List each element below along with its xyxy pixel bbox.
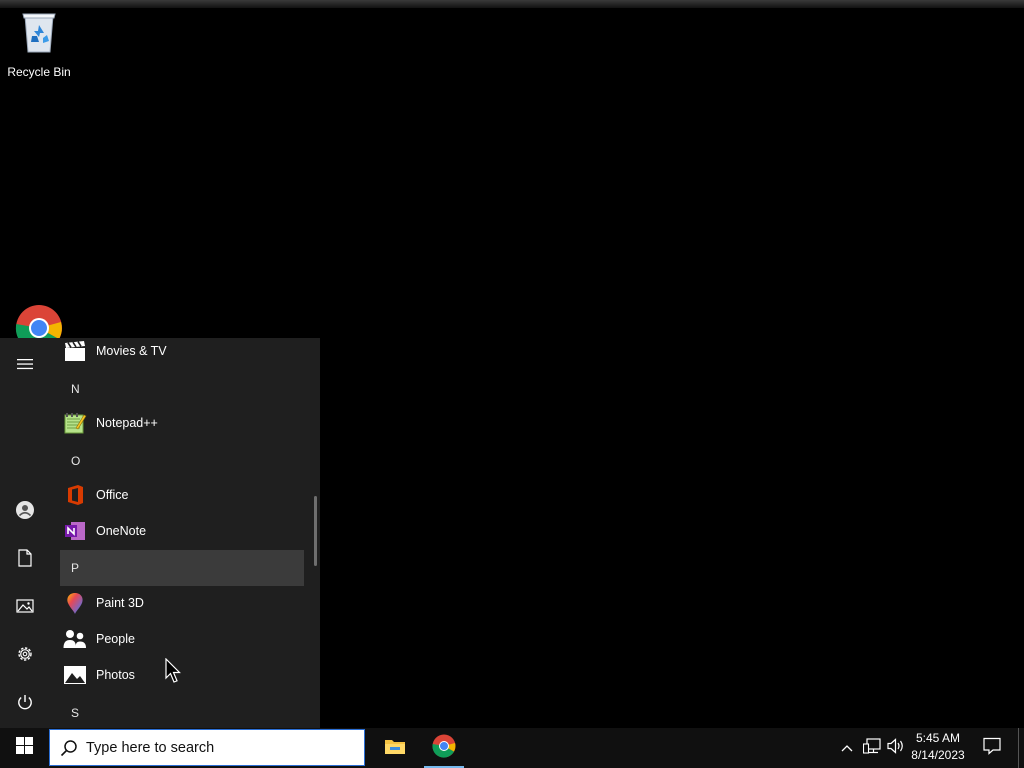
network-icon — [862, 737, 881, 759]
paint-3d-icon — [63, 591, 87, 615]
movies-tv-icon — [63, 339, 87, 363]
app-list: Movies & TV N Notepad++ O Office OneNote… — [60, 338, 306, 728]
notepad-plus-plus-icon — [63, 411, 87, 435]
show-desktop-button[interactable] — [1018, 728, 1024, 768]
pictures-button[interactable] — [0, 586, 50, 630]
settings-gear-icon — [16, 645, 34, 668]
group-letter: N — [71, 382, 80, 396]
app-item-onenote[interactable]: OneNote — [60, 513, 304, 549]
group-letter: S — [71, 706, 80, 720]
app-item-photos[interactable]: Photos — [60, 657, 304, 693]
documents-icon — [18, 548, 32, 572]
clock-date: 8/14/2023 — [911, 748, 965, 762]
group-header-p[interactable]: P — [60, 550, 304, 586]
hamburger-menu-icon — [17, 357, 33, 375]
onenote-icon — [63, 519, 87, 543]
app-item-label: Office — [96, 488, 129, 502]
app-item-notepad-plus-plus[interactable]: Notepad++ — [60, 405, 304, 441]
documents-button[interactable] — [0, 538, 50, 582]
taskbar: Type here to search 5:45 AM 8/14/2023 — [0, 728, 1024, 768]
volume-icon — [887, 737, 905, 759]
action-center-button[interactable] — [978, 728, 1006, 768]
power-icon — [16, 693, 34, 716]
user-account-icon — [15, 500, 35, 525]
app-item-label: People — [96, 632, 135, 646]
windows-logo-icon — [15, 737, 33, 759]
chrome-icon — [432, 734, 456, 763]
people-icon — [63, 627, 87, 651]
group-header-s[interactable]: S — [60, 695, 304, 728]
app-item-label: Notepad++ — [96, 416, 158, 430]
search-icon — [60, 739, 78, 757]
app-item-office[interactable]: Office — [60, 477, 304, 513]
app-list-scrollbar[interactable] — [314, 496, 317, 566]
group-letter: P — [71, 561, 80, 575]
file-explorer-icon — [384, 737, 406, 760]
settings-button[interactable] — [0, 634, 50, 678]
power-button[interactable] — [0, 682, 50, 726]
app-item-label: Movies & TV — [96, 344, 167, 358]
desktop-icon-chrome[interactable] — [15, 304, 63, 338]
volume-button[interactable] — [884, 728, 908, 768]
start-menu-rail — [0, 338, 50, 728]
clock-time: 5:45 AM — [915, 731, 961, 745]
expand-menu-button[interactable] — [0, 344, 50, 388]
search-box[interactable]: Type here to search — [49, 729, 365, 766]
network-button[interactable] — [860, 728, 884, 768]
app-item-paint-3d[interactable]: Paint 3D — [60, 585, 304, 621]
clock[interactable]: 5:45 AM 8/14/2023 — [906, 730, 970, 766]
group-header-o[interactable]: O — [60, 443, 304, 479]
taskbar-file-explorer[interactable] — [371, 728, 419, 768]
top-edge-bar — [0, 0, 1024, 8]
photos-icon — [63, 663, 87, 687]
group-header-n[interactable]: N — [60, 371, 304, 407]
user-account-button[interactable] — [0, 490, 50, 534]
recycle-bin-icon — [17, 8, 61, 61]
app-item-people[interactable]: People — [60, 621, 304, 657]
start-menu: Movies & TV N Notepad++ O Office OneNote… — [0, 338, 320, 728]
pictures-icon — [16, 598, 34, 618]
app-item-movies-tv[interactable]: Movies & TV — [60, 338, 304, 369]
office-icon — [63, 483, 87, 507]
action-center-icon — [983, 737, 1001, 760]
app-item-label: OneNote — [96, 524, 147, 538]
group-letter: O — [71, 454, 81, 468]
search-placeholder: Type here to search — [86, 739, 215, 756]
mouse-cursor-icon — [165, 657, 181, 689]
show-hidden-icons-button[interactable] — [836, 728, 858, 768]
desktop-icon-label: Recycle Bin — [7, 65, 71, 79]
taskbar-chrome[interactable] — [420, 728, 468, 768]
app-item-label: Photos — [96, 668, 135, 682]
start-button[interactable] — [0, 728, 48, 768]
app-item-label: Paint 3D — [96, 596, 144, 610]
show-hidden-icons-chevron-icon — [841, 739, 853, 757]
desktop-icon-recycle-bin[interactable]: Recycle Bin — [1, 8, 77, 79]
